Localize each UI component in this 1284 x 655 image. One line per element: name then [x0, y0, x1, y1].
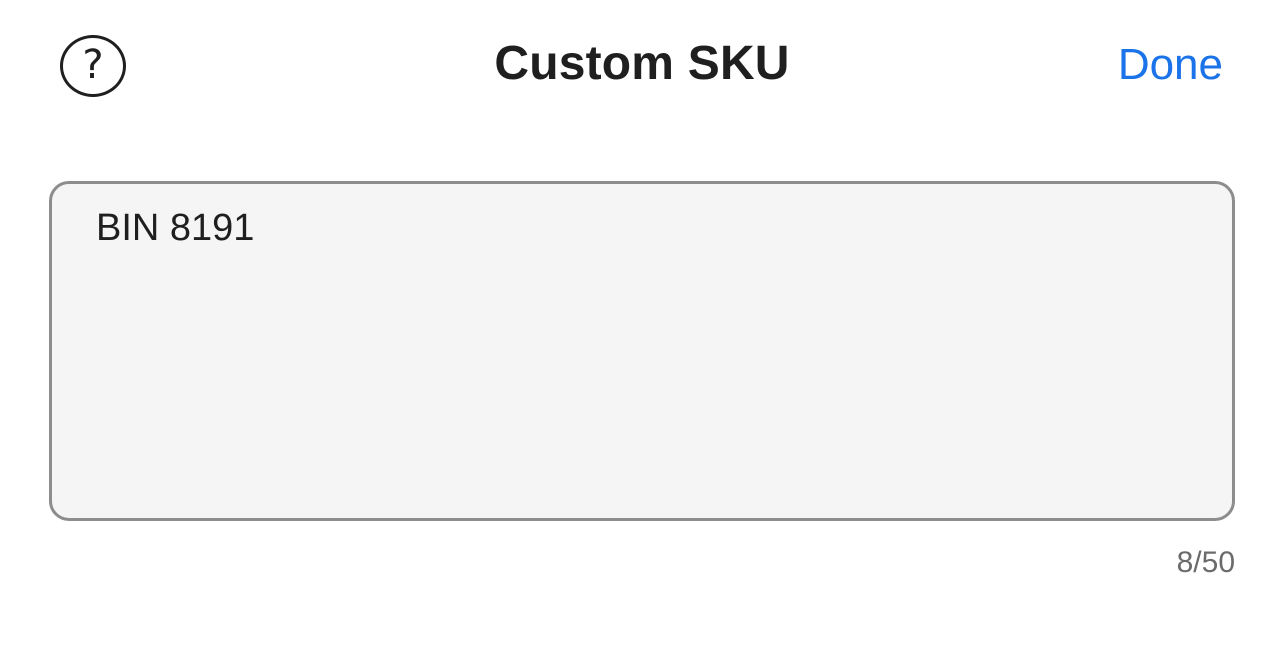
page-title: Custom SKU: [494, 37, 790, 90]
character-counter: 8/50: [1176, 546, 1235, 579]
navigation-header: ? Custom SKU Done: [0, 0, 1284, 135]
custom-sku-screen: ? Custom SKU Done BIN 8191 8/50: [0, 0, 1284, 655]
custom-sku-input[interactable]: BIN 8191: [49, 181, 1235, 521]
done-button[interactable]: Done: [1118, 40, 1223, 90]
